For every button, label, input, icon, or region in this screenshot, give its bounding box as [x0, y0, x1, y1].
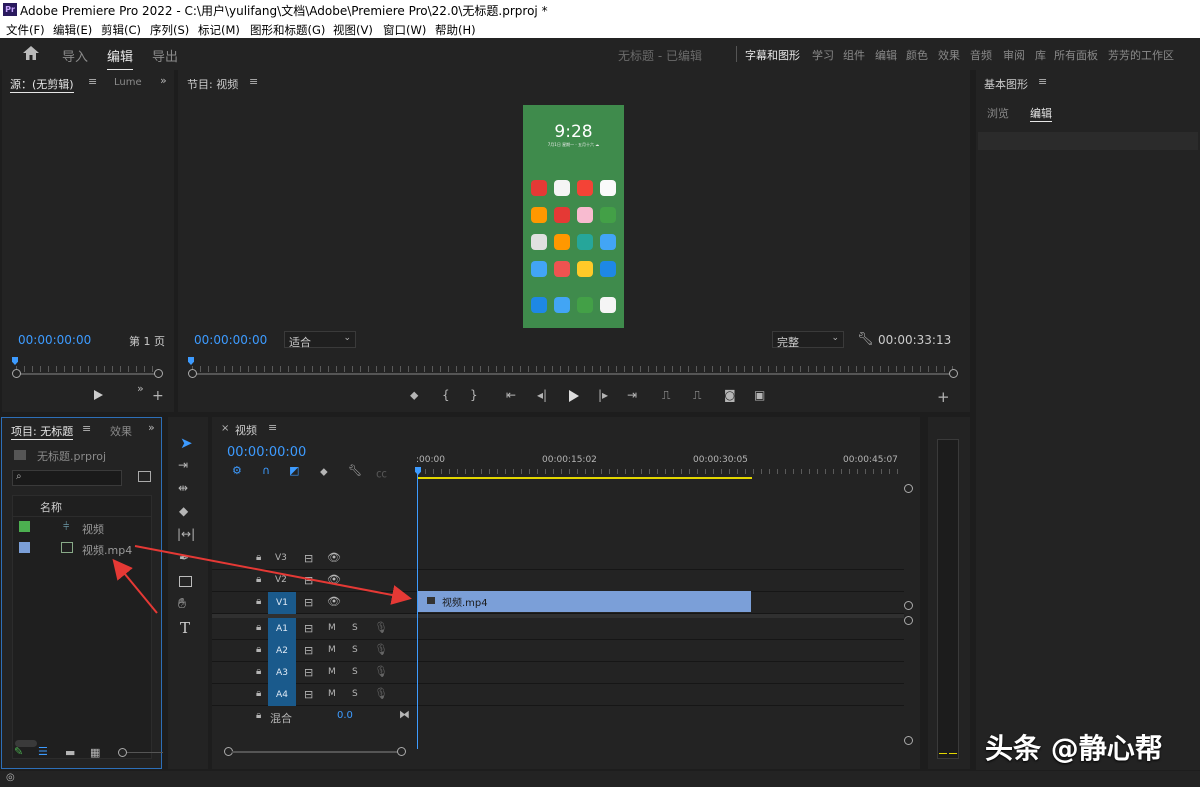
annotation-arrows — [112, 545, 412, 614]
arrow-to-item — [112, 558, 158, 614]
watermark: 头条 @静心帮 — [985, 732, 1163, 765]
arrow-to-clip — [134, 545, 412, 605]
